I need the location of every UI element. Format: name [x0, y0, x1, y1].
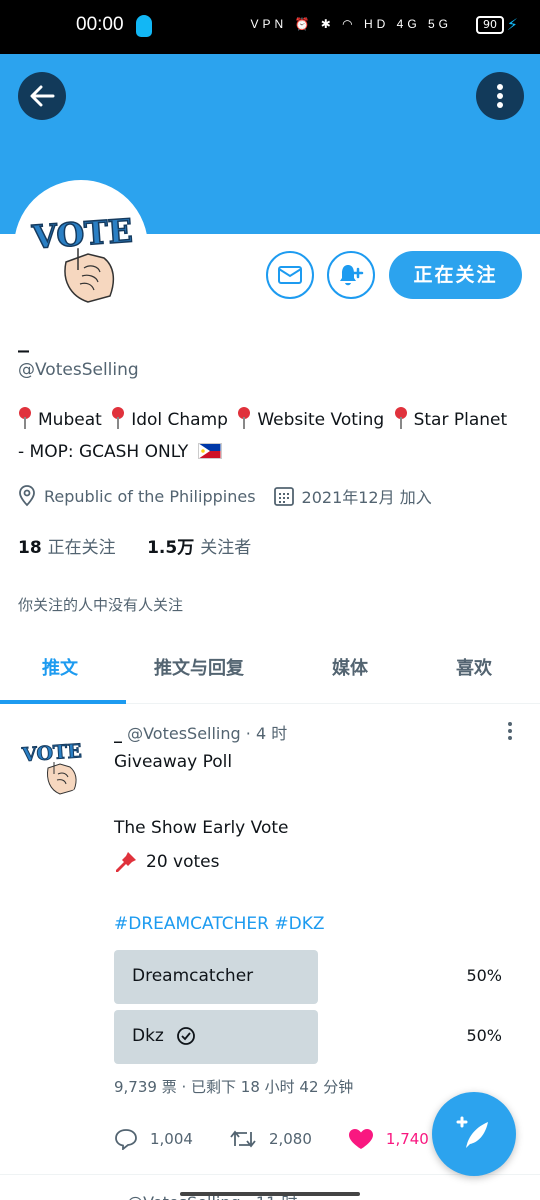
- status-icons: VPN ⏰ ✱ ◠ HD 4G 5G: [250, 17, 452, 31]
- profile-handle: @VotesSelling: [18, 360, 139, 380]
- notifications-button[interactable]: [327, 251, 375, 299]
- pin-icon: [19, 407, 31, 429]
- profile-tabs: 推文 推文与回复 媒体 喜欢: [0, 636, 540, 704]
- tweet-actions: 1,004 2,080 1,740: [114, 1128, 465, 1150]
- bio-item-website-voting: Website Voting: [257, 410, 385, 430]
- reply-count: 1,004: [150, 1130, 193, 1148]
- bio-item-idol-champ: Idol Champ: [131, 410, 228, 430]
- tweet-more-icon[interactable]: [508, 722, 512, 740]
- followers-count: 1.5万: [147, 538, 195, 558]
- profile-meta: Republic of the Philippines 2021年12月 加入: [18, 484, 432, 508]
- following-stat[interactable]: 18 正在关注: [18, 538, 116, 558]
- back-button[interactable]: [18, 72, 66, 120]
- retweet-icon: [230, 1130, 256, 1148]
- tweet-header: _ @VotesSelling · 4 时: [114, 720, 287, 744]
- calendar-icon: [273, 487, 294, 506]
- retweet-button[interactable]: 2,080: [229, 1128, 312, 1150]
- like-button[interactable]: 1,740: [348, 1128, 429, 1150]
- qq-notification-icon: [136, 15, 152, 37]
- tweet-hashtags[interactable]: #DREAMCATCHER #DKZ: [114, 914, 325, 934]
- tab-tweets[interactable]: 推文: [42, 654, 78, 680]
- bio-line-1: Mubeat Idol Champ Website Voting Star Pl…: [18, 404, 528, 436]
- followers-stat[interactable]: 1.5万 关注者: [147, 538, 251, 558]
- tweet-author-name: _: [114, 724, 122, 743]
- tweet-line-3: 20 votes: [114, 850, 219, 874]
- more-options-button[interactable]: [476, 72, 524, 120]
- joined-date: 2021年12月 加入: [301, 488, 432, 507]
- bio-item-mubeat: Mubeat: [38, 410, 102, 430]
- selected-check-icon: [176, 1027, 195, 1045]
- tab-media[interactable]: 媒体: [332, 654, 368, 680]
- following-count: 18: [18, 538, 42, 558]
- poll-option-percent: 50%: [466, 1026, 502, 1045]
- pin-icon: [238, 407, 251, 429]
- location-text: Republic of the Philippines: [44, 486, 256, 506]
- status-bar: 00:00 VPN ⏰ ✱ ◠ HD 4G 5G 90 ⚡: [0, 0, 540, 54]
- next-tweet-card[interactable]: _ @VotesSelling · 11 时: [0, 1174, 540, 1200]
- tweet-line-1: Giveaway Poll: [114, 752, 233, 772]
- poll-meta: 9,739 票 · 已剩下 18 小时 42 分钟: [114, 1078, 354, 1096]
- back-arrow-icon: [30, 85, 55, 107]
- poll-option-dreamcatcher[interactable]: Dreamcatcher 50%: [114, 950, 504, 1004]
- pin-icon: [112, 407, 125, 429]
- bell-plus-icon: [340, 265, 364, 286]
- vertical-dots-icon: [497, 84, 503, 108]
- status-time: 00:00: [76, 14, 124, 35]
- poll-option-label: Dreamcatcher: [132, 966, 254, 986]
- display-name: _: [18, 328, 29, 353]
- profile-bio: Mubeat Idol Champ Website Voting Star Pl…: [18, 404, 528, 468]
- followers-label: 关注者: [200, 538, 252, 558]
- pushpin-icon: [116, 852, 136, 872]
- poll-option-label: Dkz: [132, 1026, 196, 1046]
- compose-tweet-button[interactable]: [432, 1092, 516, 1176]
- tweet-line-2: The Show Early Vote: [114, 818, 289, 838]
- following-button[interactable]: 正在关注: [389, 251, 522, 299]
- pin-icon: [394, 407, 407, 429]
- tab-likes[interactable]: 喜欢: [456, 654, 492, 680]
- bio-payment: - MOP: GCASH ONLY: [18, 442, 189, 462]
- location-icon: [19, 485, 35, 507]
- poll-option-percent: 50%: [466, 966, 502, 985]
- message-button[interactable]: [266, 251, 314, 299]
- bio-item-star-planet: Star Planet: [413, 410, 508, 430]
- like-count: 1,740: [385, 1130, 429, 1148]
- svg-text:VOTE: VOTE: [30, 211, 134, 256]
- following-label: 正在关注: [47, 538, 116, 558]
- tab-tweets-and-replies[interactable]: 推文与回复: [154, 654, 244, 680]
- votes-count-text: 20 votes: [146, 852, 220, 872]
- profile-avatar[interactable]: VOTE: [14, 180, 148, 314]
- reply-button[interactable]: 1,004: [114, 1128, 193, 1150]
- retweet-count: 2,080: [268, 1130, 312, 1148]
- charging-icon: ⚡: [506, 15, 518, 34]
- bio-line-2: - MOP: GCASH ONLY: [18, 436, 528, 468]
- compose-feather-icon: [456, 1116, 488, 1148]
- mail-icon: [278, 266, 302, 284]
- followed-by-note: 你关注的人中没有人关注: [18, 596, 184, 614]
- reply-icon: [115, 1129, 137, 1150]
- tweet-author-handle: @VotesSelling: [127, 724, 241, 743]
- vote-hand-image: VOTE: [26, 210, 136, 303]
- philippines-flag-icon: [197, 443, 222, 459]
- tweet-time: · 4 时: [245, 724, 288, 743]
- home-indicator: [180, 1192, 360, 1196]
- battery-icon: 90: [476, 16, 504, 34]
- follow-stats: 18 正在关注 1.5万 关注者: [18, 533, 251, 558]
- heart-icon: [348, 1129, 373, 1149]
- poll-option-dkz[interactable]: Dkz 50%: [114, 1010, 504, 1064]
